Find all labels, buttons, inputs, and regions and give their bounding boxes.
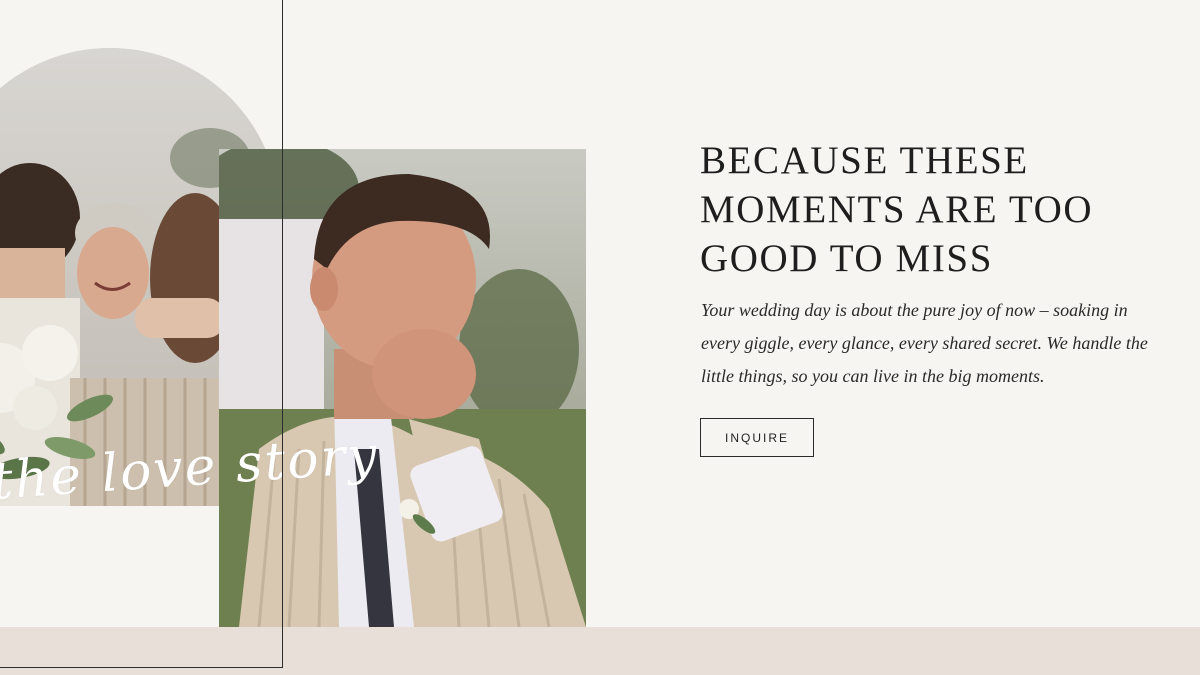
decorative-horizontal-line [0,667,283,668]
section-body-text: Your wedding day is about the pure joy o… [701,300,1148,386]
section-headline: BECAUSE THESE MOMENTS ARE TOO GOOD TO MI… [700,136,1170,283]
decorative-vertical-line [282,0,283,668]
inquire-button[interactable]: INQUIRE [700,418,814,457]
groom-photo-illustration [219,149,586,627]
headline-line-1: BECAUSE THESE [700,139,1029,182]
square-photo-groom-laughing [219,149,586,627]
headline-line-2: MOMENTS ARE TOO [700,188,1094,231]
headline-line-3: GOOD TO MISS [700,237,993,280]
